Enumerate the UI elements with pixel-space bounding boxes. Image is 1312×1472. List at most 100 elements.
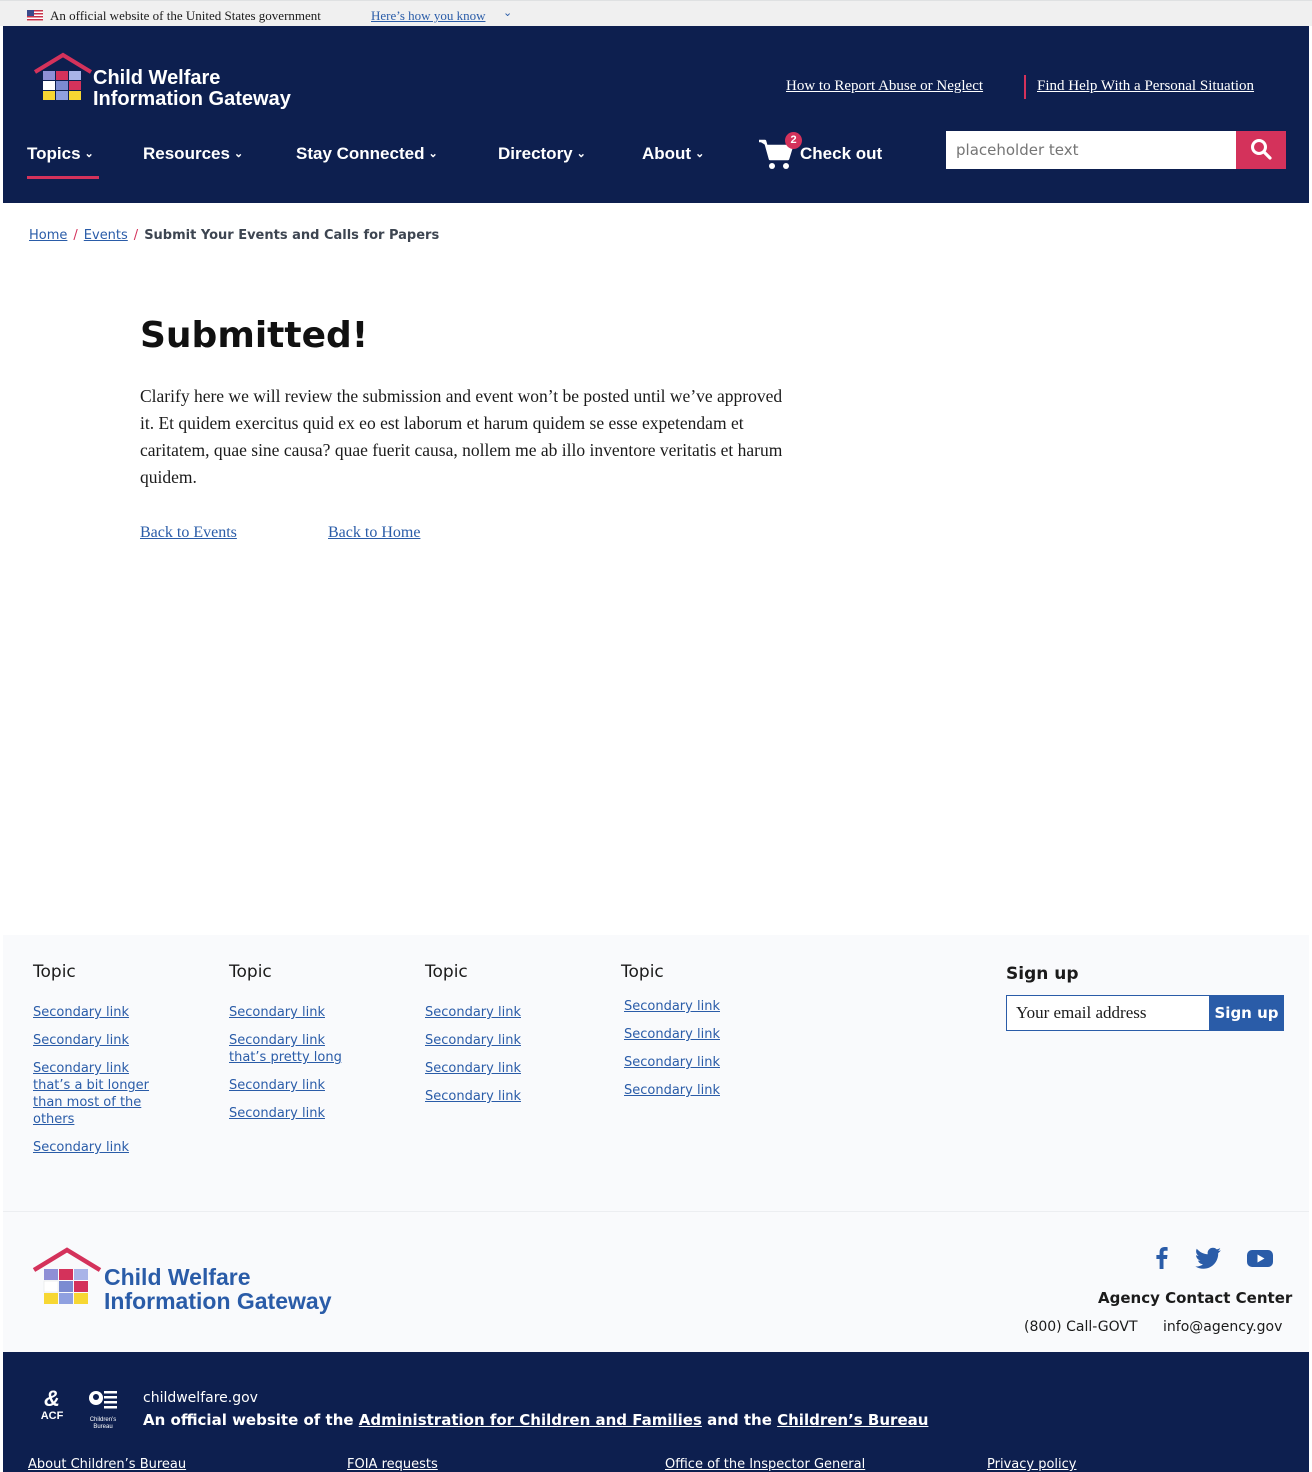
breadcrumb-current: Submit Your Events and Calls for Papers — [144, 228, 440, 243]
back-to-events-link[interactable]: Back to Events — [140, 524, 237, 542]
util-link-find-help[interactable]: Find Help With a Personal Situation — [1037, 78, 1254, 95]
checkout-link[interactable]: Check out — [800, 144, 882, 164]
nav-about-label: About — [642, 144, 692, 163]
privacy-policy-link[interactable]: Privacy policy — [987, 1457, 1076, 1472]
logo-line-2: Information Gateway — [104, 1288, 332, 1314]
facebook-icon[interactable] — [1148, 1246, 1176, 1270]
official-and: and the — [701, 1411, 778, 1429]
nav-directory[interactable]: Directory ⌄ — [498, 144, 586, 164]
confirmation-message: Clarify here we will review the submissi… — [140, 386, 783, 487]
contact-phone: (800) Call-GOVT — [1024, 1319, 1138, 1335]
childrens-bureau-label: Children’s Bureau — [89, 1417, 117, 1430]
footer-column-3: Topic Secondary link Secondary link Seco… — [425, 962, 575, 1116]
util-divider — [1024, 75, 1026, 99]
search-icon — [1251, 138, 1272, 160]
report-abuse-link[interactable]: How to Report Abuse or Neglect — [786, 78, 983, 94]
contact-email: info@agency.gov — [1163, 1319, 1283, 1335]
site-header: Child Welfare Information Gateway How to… — [3, 26, 1309, 203]
chevron-down-icon: ⌄ — [428, 148, 438, 160]
childrens-bureau-icon — [89, 1391, 117, 1409]
footer-link[interactable]: Secondary link — [624, 1054, 771, 1071]
chevron-down-icon: ⌄ — [233, 148, 244, 160]
search-input[interactable] — [946, 131, 1236, 169]
util-link-report-abuse[interactable]: How to Report Abuse or Neglect — [786, 78, 983, 95]
chevron-down-icon: ⌄ — [695, 148, 705, 160]
footer-column-1: Topic Secondary link Secondary link Seco… — [33, 962, 183, 1167]
inspector-general-link[interactable]: Office of the Inspector General — [665, 1457, 865, 1472]
find-help-link[interactable]: Find Help With a Personal Situation — [1037, 78, 1254, 94]
breadcrumb-events[interactable]: Events — [84, 228, 128, 243]
footer-divider — [3, 1211, 1309, 1212]
footer-column-heading: Topic — [229, 962, 272, 982]
footer-link[interactable]: Secondary link — [624, 1026, 771, 1043]
nav-topics[interactable]: Topics ⌄ — [27, 144, 94, 164]
nav-resources-label: Resources — [143, 144, 230, 163]
footer-link[interactable]: Secondary link — [425, 1032, 575, 1049]
footer-column-heading: Topic — [621, 962, 664, 982]
footer-link[interactable]: Secondary link — [229, 1004, 379, 1021]
logo-line-2: Information Gateway — [93, 88, 291, 110]
foia-requests-link[interactable]: FOIA requests — [347, 1457, 438, 1472]
logo-line-1: Child Welfare — [93, 67, 221, 89]
footer-link[interactable]: Secondary link — [624, 1082, 771, 1099]
nav-active-indicator — [27, 176, 99, 179]
footer-link[interactable]: Secondary link — [33, 1139, 183, 1156]
signup-button[interactable]: Sign up — [1209, 995, 1284, 1031]
footer-link[interactable]: Secondary link — [33, 1004, 183, 1021]
acf-logo-label: ACF — [40, 1410, 64, 1422]
chevron-down-icon[interactable]: ⌄ — [503, 6, 512, 19]
acf-link[interactable]: Administration for Children and Families — [359, 1411, 702, 1429]
house-logo-icon[interactable] — [32, 1246, 102, 1310]
search-button[interactable] — [1236, 131, 1286, 169]
house-logo-icon[interactable] — [33, 52, 93, 108]
us-flag-icon — [27, 10, 43, 21]
chevron-down-icon: ⌄ — [84, 148, 94, 160]
chevron-down-icon: ⌄ — [576, 148, 586, 160]
footer-link[interactable]: Secondary link that’s a bit longer than … — [33, 1060, 153, 1128]
nav-directory-label: Directory — [498, 144, 573, 163]
footer-column-2: Topic Secondary link Secondary link that… — [229, 962, 379, 1133]
email-field[interactable] — [1006, 995, 1209, 1031]
logo-line-1: Child Welfare — [104, 1264, 251, 1290]
signup-title: Sign up — [1006, 964, 1079, 984]
footer-column-4: Topic Secondary link Secondary link Seco… — [621, 962, 771, 1110]
official-statement: An official website of the Administratio… — [143, 1411, 928, 1429]
nav-resources[interactable]: Resources ⌄ — [143, 144, 243, 164]
footer-column-heading: Topic — [33, 962, 76, 982]
footer-link[interactable]: Secondary link — [425, 1004, 575, 1021]
site-domain: childwelfare.gov — [143, 1390, 258, 1406]
childrens-bureau-logo[interactable]: Children’s Bureau — [87, 1388, 123, 1430]
youtube-icon[interactable] — [1246, 1246, 1274, 1270]
footer-link[interactable]: Secondary link — [33, 1032, 183, 1049]
breadcrumb-home[interactable]: Home — [29, 228, 67, 243]
nav-stay-connected-label: Stay Connected — [296, 144, 425, 163]
footer-link[interactable]: Secondary link — [229, 1105, 379, 1122]
back-to-home-link[interactable]: Back to Home — [328, 524, 420, 542]
gov-banner-text: An official website of the United States… — [50, 8, 321, 23]
about-childrens-bureau-link[interactable]: About Children’s Bureau — [28, 1457, 186, 1472]
official-prefix: An official website of the — [143, 1411, 359, 1429]
twitter-icon[interactable] — [1195, 1246, 1223, 1270]
gov-banner-link[interactable]: Here’s how you know — [371, 8, 485, 24]
nav-stay-connected[interactable]: Stay Connected ⌄ — [296, 144, 438, 164]
nav-topics-label: Topics — [27, 144, 81, 163]
footer-link[interactable]: Secondary link — [229, 1077, 379, 1094]
site-logo-text[interactable]: Child Welfare Information Gateway — [93, 68, 291, 110]
breadcrumb-separator: / — [133, 228, 139, 243]
footer-link[interactable]: Secondary link that’s pretty long — [229, 1032, 349, 1066]
footer-column-heading: Topic — [425, 962, 468, 982]
gov-banner: An official website of the United States… — [0, 0, 1312, 26]
breadcrumb-separator: / — [73, 228, 78, 243]
breadcrumb: Home / Events / Submit Your Events and Calls… — [29, 228, 439, 243]
page-title: Submitted! — [140, 315, 369, 356]
childrens-bureau-link[interactable]: Children’s Bureau — [777, 1411, 928, 1429]
contact-center-title: Agency Contact Center — [1098, 1289, 1293, 1307]
footer-link[interactable]: Secondary link — [425, 1088, 575, 1105]
footer-link[interactable]: Secondary link — [425, 1060, 575, 1077]
acf-logo[interactable]: & ACF — [39, 1388, 65, 1430]
footer-logo-text[interactable]: Child Welfare Information Gateway — [104, 1265, 331, 1313]
ampersand-icon: & — [44, 1386, 60, 1411]
agency-identifier: & ACF Children’s Bureau childwelfare.gov… — [3, 1352, 1309, 1472]
nav-about[interactable]: About ⌄ — [642, 144, 704, 164]
footer-link[interactable]: Secondary link — [624, 998, 771, 1015]
